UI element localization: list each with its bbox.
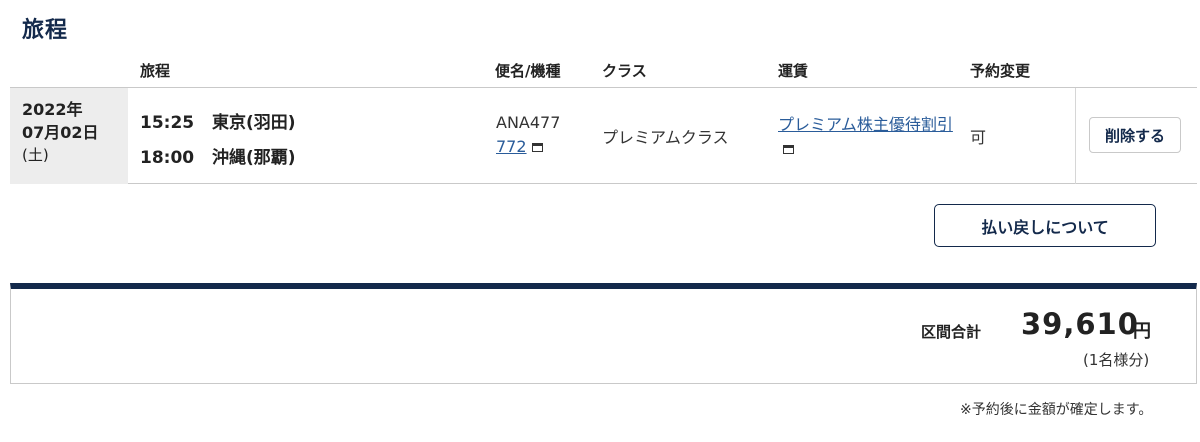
- arrival-airport: 沖縄(那覇): [212, 148, 296, 168]
- header-itinerary: 旅程: [140, 62, 171, 80]
- footnote: ※予約後に金額が確定します。: [960, 402, 1153, 418]
- arrival-line: 18:00 沖縄(那覇): [140, 143, 296, 168]
- departure-time: 15:25: [140, 113, 195, 133]
- total-passenger-note: (1名様分): [1083, 351, 1150, 369]
- fare-label[interactable]: プレミアム株主優待割引: [778, 115, 953, 134]
- itinerary-row: 2022年 07月02日 (土) 15:25 東京(羽田) 18:00 沖縄(那覇)…: [10, 87, 1197, 184]
- arrival-time: 18:00: [140, 148, 195, 168]
- date-cell: 2022年 07月02日 (土): [10, 88, 128, 184]
- header-fare: 運賃: [778, 62, 809, 80]
- header-flight: 便名/機種: [495, 62, 561, 80]
- total-label: 区間合計: [921, 323, 982, 341]
- column-divider: [1075, 88, 1076, 184]
- new-window-icon: [531, 143, 543, 152]
- fare-link[interactable]: プレミアム株主優待割引: [778, 113, 958, 161]
- date-weekday: (土): [22, 146, 49, 164]
- aircraft-label[interactable]: 772: [496, 137, 527, 156]
- date-year: 2022年: [22, 100, 83, 119]
- section-title: 旅程: [22, 18, 69, 43]
- departure-airport: 東京(羽田): [212, 113, 296, 133]
- class-name: プレミアムクラス: [602, 128, 729, 147]
- departure-line: 15:25 東京(羽田): [140, 108, 296, 133]
- delete-button[interactable]: 削除する: [1089, 117, 1181, 153]
- total-box: 区間合計 39,610 円 (1名様分): [10, 283, 1197, 384]
- change-availability: 可: [970, 128, 987, 147]
- aircraft-link[interactable]: 772: [496, 137, 543, 156]
- total-currency: 円: [1133, 321, 1151, 342]
- total-amount: 39,610: [1021, 307, 1139, 341]
- new-window-icon: [783, 145, 794, 154]
- date-month-day: 07月02日: [22, 123, 99, 142]
- header-change: 予約変更: [970, 62, 1031, 80]
- flight-number: ANA477: [496, 113, 561, 132]
- refund-info-button[interactable]: 払い戻しについて: [934, 204, 1156, 247]
- header-class: クラス: [602, 62, 647, 80]
